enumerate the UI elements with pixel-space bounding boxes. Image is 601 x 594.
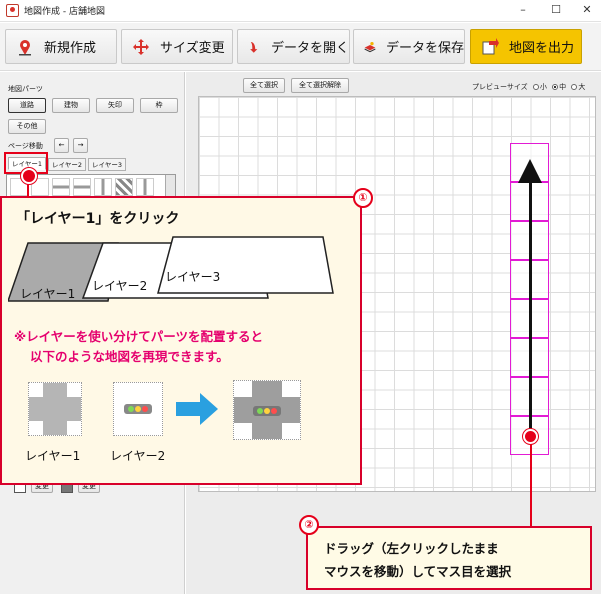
open-button-label: データを開く [270,41,349,56]
minimize-button[interactable]: – [514,3,532,17]
drag-arrow-head-icon [518,159,542,183]
app-icon [6,4,19,17]
new-button[interactable]: 新規作成 [5,29,117,64]
page-prev-button[interactable]: ← [54,138,69,153]
resize-button-label: サイズ変更 [160,41,225,56]
close-button[interactable]: ✕ [578,3,596,17]
parts-frame-button[interactable]: 枠 [140,98,178,113]
callout-title: 「レイヤー1」をクリック [16,211,180,227]
part-tile[interactable] [94,178,112,196]
size-medium-label: 中 [559,83,567,91]
callout-note-line-1: ※レイヤーを使い分けてパーツを配置すると [14,329,264,344]
size-large-label: 大 [578,83,586,91]
size-small-label: 小 [539,83,547,91]
size-large-radio[interactable] [571,84,578,90]
callout-text-line-1: ドラッグ（左クリックしたまま [324,541,499,556]
sheet-label-layer-3: レイヤー3 [165,270,221,284]
part-tile[interactable] [136,178,154,196]
page-move-label: ページ移動 [8,142,43,150]
maximize-button[interactable]: ☐ [547,3,565,17]
tab-layer-3[interactable]: レイヤー3 [88,158,126,171]
preview-size-label: プレビューサイズ [472,83,528,91]
open-data-icon [250,41,258,53]
page-next-button[interactable]: → [73,138,88,153]
example-tile-combined [233,380,301,440]
parts-other-button[interactable]: その他 [8,119,46,134]
arrow-right-icon [176,393,218,425]
click-marker [21,168,37,184]
tab-layer-2[interactable]: レイヤー2 [48,158,86,171]
size-small-radio[interactable] [532,84,539,90]
drag-path-line [529,180,532,437]
new-button-label: 新規作成 [44,41,97,56]
sheet-label-layer-2: レイヤー2 [92,279,148,293]
example-tile-signal [113,382,163,436]
parts-section-label: 地図パーツ [8,85,43,93]
part-tile[interactable] [52,178,70,196]
save-button[interactable]: データを保存 [353,29,465,64]
drag-start-marker [523,429,538,444]
callout-note-line-2: 以下のような地図を再現できます。 [30,349,229,364]
part-tile[interactable] [115,178,133,196]
map-pin-icon [19,39,31,55]
output-map-icon [482,37,499,54]
callout-leader-line [27,182,29,198]
window-title: 地図作成 - 店舗地図 [24,7,105,17]
parts-road-button[interactable]: 道路 [8,98,46,113]
parts-arrow-button[interactable]: 矢印 [96,98,134,113]
road-cross-icon [29,383,81,435]
output-map-button-label: 地図を出力 [509,41,575,56]
deselect-all-button[interactable]: 全て選択解除 [291,78,349,93]
parts-building-button[interactable]: 建物 [52,98,90,113]
output-map-button[interactable]: 地図を出力 [470,29,582,64]
example-label-layer-2: レイヤー2 [110,449,166,463]
select-all-button[interactable]: 全て選択 [243,78,285,93]
save-button-label: データを保存 [385,41,464,56]
callout-drag-instructions [306,526,592,590]
sheet-label-layer-1: レイヤー1 [20,287,76,301]
resize-arrows-icon [133,38,149,55]
resize-button[interactable]: サイズ変更 [121,29,233,64]
example-label-layer-1: レイヤー1 [25,449,81,463]
callout-leader-line [530,444,532,526]
traffic-light-icon [124,404,152,414]
callout-text-line-2: マウスを移動）してマス目を選択 [324,564,512,579]
combined-map-icon [234,381,300,439]
step-number-badge: ① [353,188,373,208]
preview-size-control: プレビューサイズ 小 中 大 [472,82,585,92]
example-tile-road [28,382,82,436]
open-button[interactable]: データを開く [237,29,350,64]
save-data-icon [364,41,376,52]
part-tile[interactable] [73,178,91,196]
size-medium-radio[interactable] [552,84,559,90]
step-number-badge: ② [299,515,319,535]
